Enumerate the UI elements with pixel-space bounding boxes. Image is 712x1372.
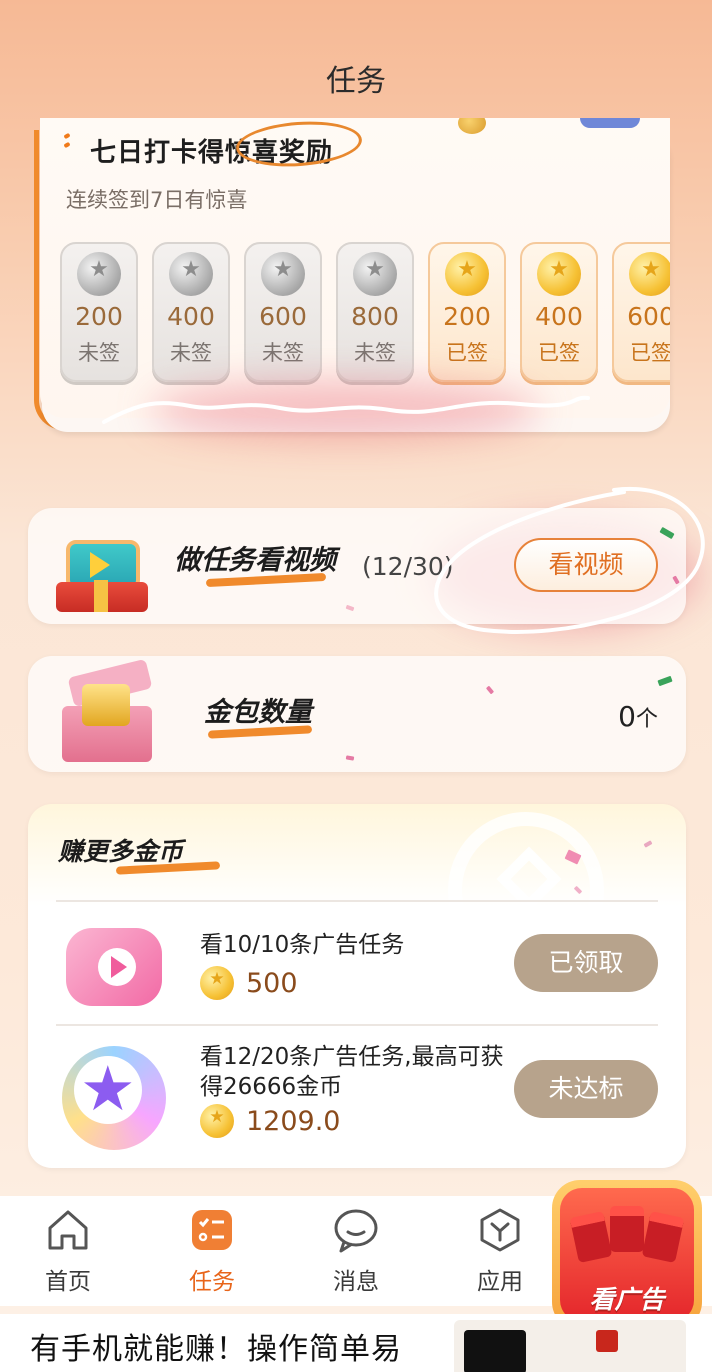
task-description: 看12/20条广告任务,最高可获得26666金币 — [200, 1044, 504, 1100]
day-amount: 400 — [535, 302, 583, 331]
sparkle-icon — [63, 132, 74, 158]
gold-coin-icon — [537, 252, 581, 296]
claimed-button[interactable]: 已领取 — [514, 934, 658, 992]
reward-amount: 1209.0 — [246, 1105, 341, 1137]
wallet-card: 金包数量 0个 — [28, 656, 686, 772]
task-reward: 500 — [200, 966, 298, 1000]
day-status: 未签 — [262, 341, 304, 365]
divider — [56, 900, 658, 902]
day-amount: 600 — [259, 302, 307, 331]
signin-day-7[interactable]: 600 已签 — [612, 242, 670, 382]
nav-item-messages[interactable]: 消息 — [316, 1206, 396, 1296]
wallet-count-unit: 个 — [635, 707, 658, 732]
coin-decoration-icon — [458, 118, 486, 134]
day-status: 已签 — [538, 341, 580, 365]
not-reached-button[interactable]: 未达标 — [514, 1060, 658, 1118]
nav-label: 任务 — [189, 1269, 235, 1295]
red-packet-icon: 看广告 — [560, 1188, 694, 1322]
day-amount: 200 — [443, 302, 491, 331]
silver-coin-icon — [169, 252, 213, 296]
day-status: 已签 — [446, 341, 488, 365]
nav-label: 消息 — [333, 1269, 379, 1295]
gold-coin-icon — [200, 1104, 234, 1138]
task-description: 看10/10条广告任务 — [200, 932, 405, 958]
wallet-count-value: 0 — [618, 700, 636, 733]
day-amount: 400 — [167, 302, 215, 331]
banner-text: 有手机就能赚！操作简单易 — [30, 1332, 402, 1367]
day-amount: 600 — [627, 302, 670, 331]
signin-card-front: 七日打卡得惊喜奖励 连续签到7日有惊喜 200 未签 400 未签 600 未签 — [40, 118, 670, 418]
day-status: 未签 — [170, 341, 212, 365]
signin-days-list: 200 未签 400 未签 600 未签 800 未签 200 已签 — [60, 242, 670, 382]
day-status: 未签 — [354, 341, 396, 365]
ad-task-row: 看10/10条广告任务 500 已领取 — [56, 908, 658, 1028]
silver-coin-icon — [261, 252, 305, 296]
wallet-title: 金包数量 — [204, 697, 312, 728]
page-title: 任务 — [326, 64, 386, 99]
video-task-title: 做任务看视频 — [174, 545, 336, 576]
star-icon: ★ — [56, 1040, 176, 1150]
day-amount: 800 — [351, 302, 399, 331]
gold-coin-icon — [200, 966, 234, 1000]
gold-gift-box-icon — [54, 658, 166, 768]
day-status: 未签 — [78, 341, 120, 365]
signin-day-5[interactable]: 200 已签 — [428, 242, 506, 382]
nav-item-tasks[interactable]: 任务 — [172, 1206, 252, 1296]
promo-banner[interactable]: 有手机就能赚！操作简单易 — [0, 1314, 712, 1372]
home-icon — [44, 1206, 92, 1254]
signin-day-4[interactable]: 800 未签 — [336, 242, 414, 382]
signin-day-3[interactable]: 600 未签 — [244, 242, 322, 382]
silver-coin-icon — [353, 252, 397, 296]
nav-label: 首页 — [45, 1269, 91, 1295]
tv-gift-icon — [54, 522, 164, 614]
nav-item-apps[interactable]: 应用 — [460, 1206, 540, 1296]
ribbon-decoration — [580, 118, 640, 128]
chat-bubble-icon — [332, 1206, 380, 1254]
handdrawn-circle — [434, 486, 705, 634]
signin-day-1[interactable]: 200 未签 — [60, 242, 138, 382]
watch-ad-label: 看广告 — [589, 1285, 665, 1314]
reward-amount: 500 — [246, 967, 298, 999]
nav-item-home[interactable]: 首页 — [28, 1206, 108, 1296]
signin-day-6[interactable]: 400 已签 — [520, 242, 598, 382]
task-reward: 1209.0 — [200, 1104, 340, 1138]
ad-task-row: ★ 看12/20条广告任务,最高可获得26666金币 1209.0 未达标 — [56, 1030, 658, 1150]
gold-coin-icon — [445, 252, 489, 296]
signin-subtitle: 连续签到7日有惊喜 — [66, 188, 248, 212]
gold-coin-icon — [629, 252, 670, 296]
app-hexagon-icon — [476, 1206, 524, 1254]
signin-day-2[interactable]: 400 未签 — [152, 242, 230, 382]
earn-more-card: 赚更多金币 看10/10条广告任务 500 已领取 ★ 看12/20条广告任务,… — [28, 804, 686, 1168]
handdrawn-circle — [234, 118, 364, 171]
play-video-icon — [56, 918, 176, 1018]
silver-coin-icon — [77, 252, 121, 296]
banner-image — [454, 1320, 686, 1372]
divider — [56, 1024, 658, 1026]
earn-more-title: 赚更多金币 — [58, 837, 184, 866]
nav-label: 应用 — [477, 1269, 523, 1295]
wallet-count: 0个 — [618, 700, 658, 733]
handdrawn-scribble — [102, 395, 590, 424]
task-list-icon — [188, 1206, 236, 1254]
day-status: 已签 — [630, 341, 670, 365]
watch-ad-float-button[interactable]: 看广告 — [552, 1180, 702, 1330]
day-amount: 200 — [75, 302, 123, 331]
